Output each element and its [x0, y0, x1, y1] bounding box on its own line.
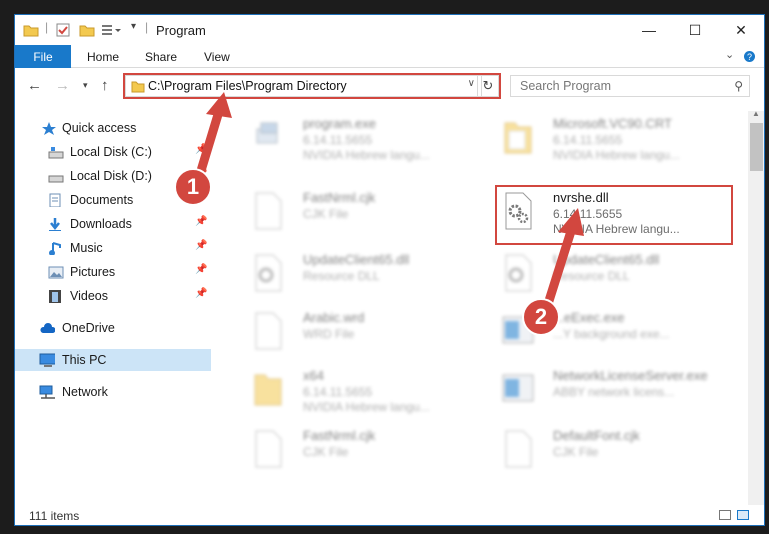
arrow-2-head: [558, 208, 584, 236]
callout-badge-2: 2: [522, 298, 560, 336]
callout-badge-1: 1: [174, 168, 212, 206]
arrow-1-shaft: [195, 103, 225, 179]
annotation-arrows: [195, 92, 584, 309]
arrow-2-shaft: [543, 223, 577, 309]
arrow-1-head: [206, 92, 232, 118]
